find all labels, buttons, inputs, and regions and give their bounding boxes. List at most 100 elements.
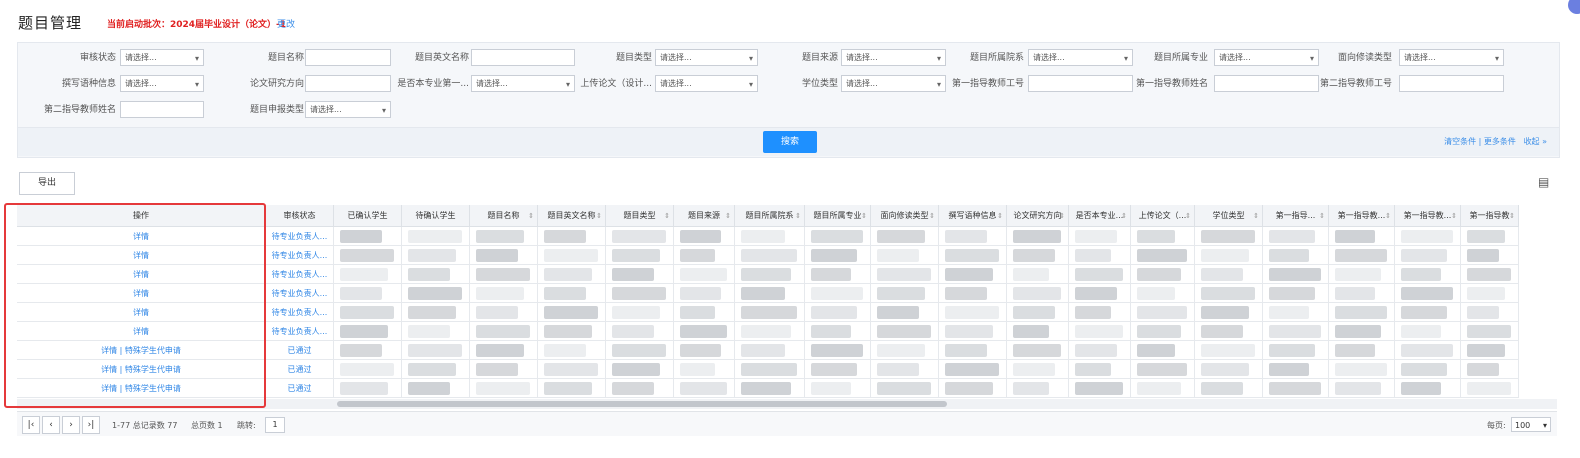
detail-link[interactable]: 详情 <box>133 327 149 336</box>
column-header[interactable]: 是否本专业... ⇕ <box>1069 205 1131 227</box>
filter-select[interactable]: 请选择... ▾ <box>841 49 946 66</box>
export-button[interactable]: 导出 <box>19 172 75 195</box>
filter-select[interactable]: 请选择... ▾ <box>841 75 946 92</box>
redacted-cell <box>1195 265 1263 284</box>
column-header[interactable]: 题目名称 ⇕ <box>470 205 538 227</box>
filter-input[interactable] <box>305 49 391 66</box>
column-header[interactable]: 论文研究方向 ⇕ <box>1007 205 1069 227</box>
column-header[interactable]: 学位类型 ⇕ <box>1195 205 1263 227</box>
status-cell[interactable]: 待专业负责人... <box>266 322 334 341</box>
column-header[interactable]: 第一指导教 ⇕ <box>1461 205 1519 227</box>
corner-badge[interactable] <box>1568 0 1580 14</box>
status-cell[interactable]: 已通过 <box>266 379 334 398</box>
redacted-block <box>1401 230 1453 243</box>
sort-icon[interactable]: ⇕ <box>1319 205 1325 226</box>
filter-input[interactable] <box>471 49 575 66</box>
filter-input[interactable] <box>1399 75 1504 92</box>
redacted-cell <box>939 246 1007 265</box>
status-cell[interactable]: 待专业负责人... <box>266 246 334 265</box>
sort-icon[interactable]: ⇕ <box>997 205 1003 226</box>
sort-icon[interactable]: ⇕ <box>1385 205 1391 226</box>
last-page-icon[interactable]: ›| <box>82 416 100 434</box>
filter-input[interactable] <box>1028 75 1133 92</box>
redacted-block <box>877 268 931 281</box>
column-settings-icon[interactable]: ▤ <box>1538 175 1549 189</box>
search-button[interactable]: 搜索 <box>763 131 817 153</box>
detail-link[interactable]: 详情 <box>101 384 117 393</box>
detail-link[interactable]: 详情 <box>133 270 149 279</box>
filter-select[interactable]: 请选择... ▾ <box>1028 49 1133 66</box>
status-cell[interactable]: 待专业负责人... <box>266 284 334 303</box>
total-pages-text: 总页数 1 <box>191 421 223 430</box>
detail-link[interactable]: 详情 <box>133 251 149 260</box>
filter-select[interactable]: 请选择... ▾ <box>655 49 758 66</box>
column-header[interactable]: 第一指导教... ⇕ <box>1329 205 1395 227</box>
status-cell[interactable]: 待专业负责人... <box>266 265 334 284</box>
sort-icon[interactable]: ⇕ <box>528 205 534 226</box>
column-header[interactable]: 第一指导教... ⇕ <box>1395 205 1461 227</box>
sort-icon[interactable]: ⇕ <box>861 205 867 226</box>
change-batch-link[interactable]: 更改 <box>277 17 295 30</box>
redacted-block <box>945 230 987 243</box>
filter-input[interactable] <box>120 101 204 118</box>
first-page-icon[interactable]: |‹ <box>22 416 40 434</box>
special-student-apply-link[interactable]: 特殊学生代申请 <box>125 346 181 355</box>
sort-icon[interactable]: ⇕ <box>1451 205 1457 226</box>
redacted-block <box>544 306 598 319</box>
collapse-link[interactable]: 收起 » <box>1524 137 1547 146</box>
redacted-cell <box>735 265 805 284</box>
filter-input[interactable] <box>305 75 391 92</box>
jump-page-input[interactable]: 1 <box>265 417 285 433</box>
horizontal-scrollbar[interactable] <box>17 399 1557 409</box>
sort-icon[interactable]: ⇕ <box>725 205 731 226</box>
sort-icon[interactable]: ⇕ <box>1509 205 1515 226</box>
special-student-apply-link[interactable]: 特殊学生代申请 <box>125 365 181 374</box>
status-cell[interactable]: 已通过 <box>266 360 334 379</box>
prev-page-icon[interactable]: ‹ <box>42 416 60 434</box>
clear-conditions-link[interactable]: 清空条件 <box>1444 137 1476 146</box>
sort-icon[interactable]: ⇕ <box>1059 205 1065 226</box>
detail-link[interactable]: 详情 <box>101 346 117 355</box>
redacted-cell <box>1007 322 1069 341</box>
column-header[interactable]: 第一指导... ⇕ <box>1263 205 1329 227</box>
filter-input[interactable] <box>1214 75 1319 92</box>
status-cell[interactable]: 待专业负责人... <box>266 227 334 246</box>
column-header[interactable]: 上传论文（... ⇕ <box>1131 205 1195 227</box>
detail-link[interactable]: 详情 <box>133 308 149 317</box>
next-page-icon[interactable]: › <box>62 416 80 434</box>
sort-icon[interactable]: ⇕ <box>795 205 801 226</box>
scrollbar-thumb[interactable] <box>337 401 947 407</box>
column-header[interactable]: 题目类型 ⇕ <box>606 205 674 227</box>
column-header[interactable]: 题目来源 ⇕ <box>674 205 735 227</box>
filter-select[interactable]: 请选择... ▾ <box>655 75 758 92</box>
filter-select[interactable]: 请选择... ▾ <box>305 101 391 118</box>
filter-select[interactable]: 请选择... ▾ <box>120 75 204 92</box>
filter-select[interactable]: 请选择... ▾ <box>1214 49 1319 66</box>
redacted-cell <box>1007 246 1069 265</box>
status-cell[interactable]: 待专业负责人... <box>266 303 334 322</box>
filter-label: 题目所属院系 <box>969 53 1024 63</box>
filter-select[interactable]: 请选择... ▾ <box>120 49 204 66</box>
column-header[interactable]: 题目英文名称 ⇕ <box>538 205 606 227</box>
column-header[interactable]: 题目所属院系 ⇕ <box>735 205 805 227</box>
sort-icon[interactable]: ⇕ <box>1253 205 1259 226</box>
redacted-cell <box>1329 303 1395 322</box>
column-header[interactable]: 题目所属专业 ⇕ <box>805 205 871 227</box>
status-cell[interactable]: 已通过 <box>266 341 334 360</box>
sort-icon[interactable]: ⇕ <box>596 205 602 226</box>
filter-select[interactable]: 请选择... ▾ <box>471 75 575 92</box>
per-page-select[interactable]: 100 ▾ <box>1511 417 1551 432</box>
detail-link[interactable]: 详情 <box>133 289 149 298</box>
filter-select[interactable]: 请选择... ▾ <box>1399 49 1504 66</box>
column-header[interactable]: 面向修读类型 ⇕ <box>871 205 939 227</box>
more-conditions-link[interactable]: 更多条件 <box>1484 137 1516 146</box>
detail-link[interactable]: 详情 <box>133 232 149 241</box>
column-header[interactable]: 撰写语种信息 ⇕ <box>939 205 1007 227</box>
sort-icon[interactable]: ⇕ <box>664 205 670 226</box>
sort-icon[interactable]: ⇕ <box>1121 205 1127 226</box>
sort-icon[interactable]: ⇕ <box>1185 205 1191 226</box>
sort-icon[interactable]: ⇕ <box>929 205 935 226</box>
redacted-block <box>1269 287 1315 300</box>
detail-link[interactable]: 详情 <box>101 365 117 374</box>
special-student-apply-link[interactable]: 特殊学生代申请 <box>125 384 181 393</box>
